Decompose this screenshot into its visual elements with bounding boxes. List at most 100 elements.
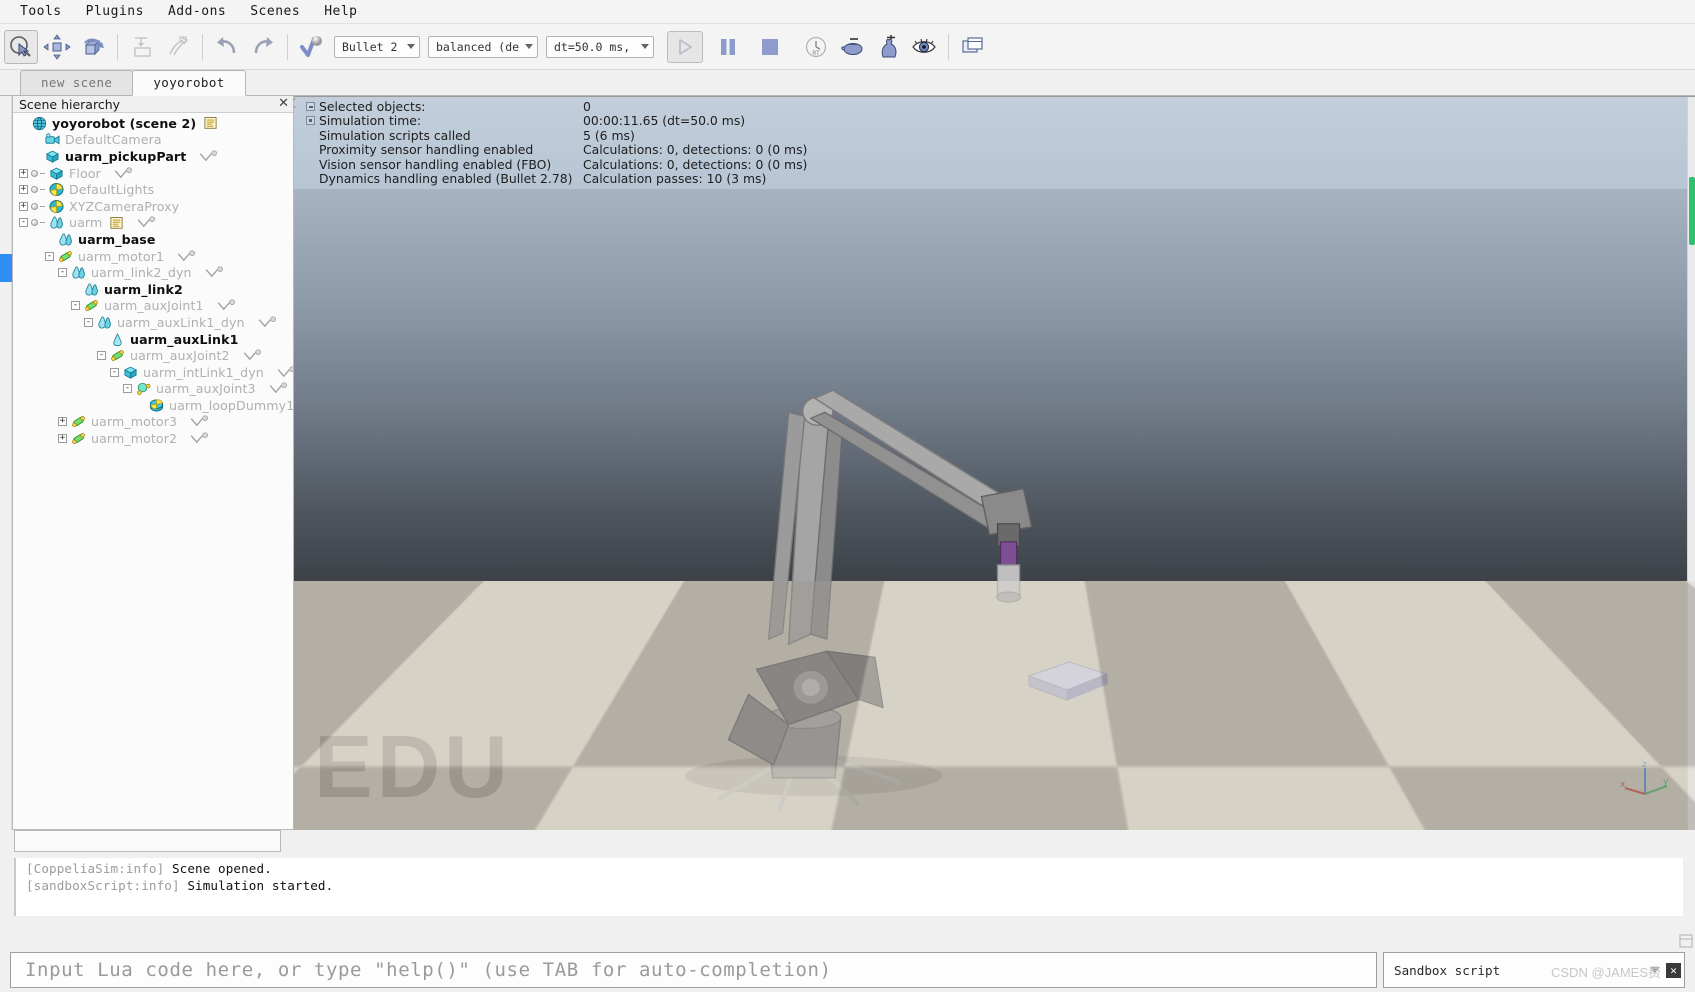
hierarchy-row-uarm-auxlink1[interactable]: uarm_auxLink1 [13,331,293,348]
script-target-value: Sandbox script [1394,962,1501,978]
status-checkbox[interactable] [306,116,315,126]
expand-console-icon[interactable] [1679,934,1693,948]
status-row: Simulation scripts called 5 (6 ms) [306,128,1695,143]
collapse-icon[interactable]: - [84,317,93,327]
child-script-icon[interactable] [268,382,291,395]
collapse-icon[interactable]: - [45,251,54,261]
timestep-select[interactable]: dt=50.0 ms, pp [546,35,654,58]
hierarchy-row-xyzcameraproxy[interactable]: + XYZCameraProxy [13,198,293,215]
collapse-icon[interactable]: - [71,301,80,311]
slow-simulation-icon[interactable] [835,30,869,64]
undo-icon[interactable] [210,30,244,64]
menu-plugins[interactable]: Plugins [74,2,156,21]
hierarchy-row-floor[interactable]: + Floor [13,165,293,182]
child-script-icon[interactable] [189,432,212,445]
status-row: Vision sensor handling enabled (FBO) Calc… [306,157,1695,172]
hierarchy-row-uarm-motor2[interactable]: + uarm_motor2 [13,430,293,447]
child-script-icon[interactable] [276,366,293,379]
close-icon[interactable] [294,97,296,109]
hierarchy-row-uarm-auxjoint2[interactable]: - uarm_auxJoint2 [13,347,293,364]
dynamics-enable-icon[interactable] [295,30,329,64]
scene-script-icon[interactable] [203,116,218,130]
status-row: Dynamics handling enabled (Bullet 2.78) C… [306,171,1695,186]
status-console[interactable]: [CoppeliaSim:info] Scene opened. [sandbox… [14,858,1683,916]
hierarchy-row-uarm[interactable]: - uarm [13,215,293,232]
3d-viewport[interactable]: EDU Selected objects: 0 Simulation time: 00… [294,96,1695,830]
viewport-scrollbar[interactable] [1687,97,1695,830]
hierarchy-row-uarm-motor3[interactable]: + uarm_motor3 [13,414,293,431]
child-script-icon[interactable] [216,299,239,312]
collapse-icon[interactable]: - [58,268,67,278]
expand-icon[interactable]: + [19,201,28,211]
expand-icon[interactable]: + [58,417,67,427]
menu-tools[interactable]: Tools [8,2,74,21]
hierarchy-row-uarm-auxjoint1[interactable]: - uarm_auxJoint1 [13,298,293,315]
collapse-icon[interactable]: - [97,351,106,361]
hierarchy-row-uarm-loopdummy1a[interactable]: uarm_loopDummy1A [13,397,293,414]
hierarchy-row-uarm-motor1[interactable]: - uarm_motor1 [13,248,293,265]
child-script-icon[interactable] [113,166,136,180]
visibility-dot-icon[interactable] [31,219,38,227]
scene-hierarchy-tree[interactable]: yoyorobot (scene 2) DefaultCamera uarm_pic… [13,113,293,829]
redo-icon[interactable] [246,30,280,64]
collapse-icon[interactable]: - [19,218,28,228]
expand-icon[interactable]: + [19,168,28,178]
visibility-dot-icon[interactable] [31,186,38,194]
scene-tab-yoyorobot[interactable]: yoyorobot [132,70,246,96]
object-selection-icon[interactable] [4,29,38,64]
hierarchy-row-uarm-base[interactable]: uarm_base [13,231,293,248]
stop-simulation-icon[interactable] [753,30,787,64]
hierarchy-row-uarm-auxlink1-dyn[interactable]: - uarm_auxLink1_dyn [13,314,293,331]
uarm-pickup-part[interactable] [1023,654,1113,706]
hierarchy-item-label: uarm_auxJoint3 [156,381,256,397]
svg-text:y: y [1663,777,1669,787]
close-icon[interactable]: ✕ [1666,962,1681,978]
scene-script-icon[interactable] [109,216,124,230]
lua-code-input[interactable]: Input Lua code here, or type "help()" (u… [10,952,1377,988]
physics-engine-select[interactable]: Bullet 2 [334,35,420,58]
expand-icon[interactable]: + [19,185,28,195]
scrollbar-thumb[interactable] [1689,177,1695,245]
pause-simulation-icon[interactable] [711,30,745,64]
object-rotate-icon[interactable] [76,30,110,64]
assemble-disassemble-icon[interactable] [125,30,159,64]
object-shift-icon[interactable] [40,30,74,64]
toggle-visualization-icon[interactable] [907,30,941,64]
visibility-dot-icon[interactable] [31,169,38,177]
hierarchy-item-label: uarm_link2 [104,281,183,297]
expand-icon[interactable]: + [58,434,67,444]
close-icon[interactable]: ✕ [278,97,289,111]
menu-scenes[interactable]: Scenes [238,2,312,21]
child-script-icon[interactable] [189,415,212,428]
start-simulation-icon[interactable] [667,30,703,63]
hierarchy-row-yoyorobot-scene-2-[interactable]: yoyorobot (scene 2) [13,115,293,132]
hierarchy-row-defaultcamera[interactable]: DefaultCamera [13,132,293,149]
child-script-icon[interactable] [204,266,227,279]
hierarchy-row-uarm-intlink1-dyn[interactable]: - uarm_intLink1_dyn [13,364,293,381]
fast-simulation-icon[interactable] [871,30,905,64]
child-script-icon[interactable] [242,349,265,362]
child-script-icon[interactable] [257,316,280,329]
hierarchy-row-uarm-auxjoint3[interactable]: - uarm_auxJoint3 [13,381,293,398]
scene-tab-new-scene[interactable]: new scene [20,70,134,95]
collapse-icon[interactable]: - [123,384,132,394]
child-script-icon[interactable] [136,216,159,229]
hierarchy-row-uarm-pickuppart[interactable]: uarm_pickupPart [13,148,293,165]
realtime-mode-icon[interactable]: RT [799,30,833,64]
hierarchy-row-defaultlights[interactable]: + DefaultLights [13,181,293,198]
child-script-icon[interactable] [198,150,221,163]
dynamic-decoupling-icon[interactable] [161,30,195,64]
hierarchy-footer-field[interactable] [14,830,281,852]
panel-resize-handle[interactable] [0,254,12,282]
page-selector-icon[interactable] [956,30,990,64]
visibility-dot-icon[interactable] [31,202,38,210]
collapse-icon[interactable]: - [110,367,119,377]
child-script-icon[interactable] [176,249,199,263]
menu-help[interactable]: Help [312,2,369,21]
hierarchy-row-uarm-link2-dyn[interactable]: - uarm_link2_dyn [13,264,293,281]
menu-addons[interactable]: Add-ons [156,2,238,21]
hierarchy-row-uarm-link2[interactable]: uarm_link2 [13,281,293,298]
script-target-select[interactable]: Sandbox script ✕ [1383,952,1685,988]
engine-accuracy-select[interactable]: balanced (de [428,35,538,58]
status-checkbox[interactable] [306,101,315,111]
